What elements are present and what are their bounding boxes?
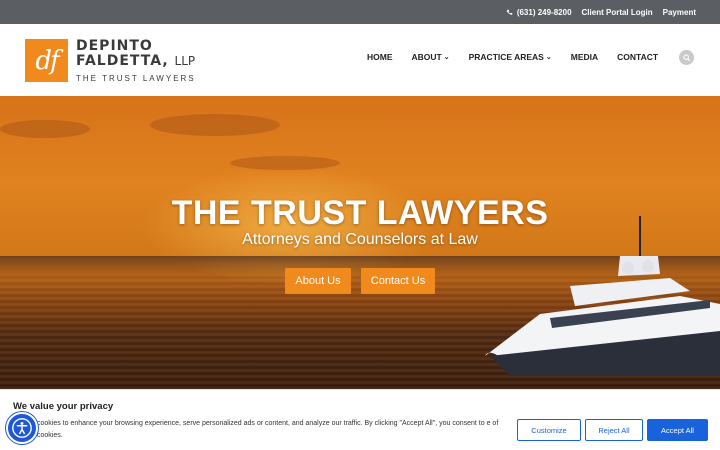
hero-cloud [230, 156, 340, 170]
nav-about-label: ABOUT [411, 52, 442, 62]
site-header: df DEPINTO FALDETTA, LLP THE TRUST LAWYE… [0, 24, 720, 96]
hero-cloud [0, 120, 90, 138]
accept-all-button[interactable]: Accept All [647, 419, 708, 441]
logo-tagline: THE TRUST LAWYERS [76, 74, 196, 83]
main-nav: HOME ABOUT ⌄ PRACTICE AREAS ⌄ MEDIA CONTAC… [367, 52, 658, 62]
payment-link[interactable]: Payment [663, 8, 696, 17]
accessibility-button[interactable] [6, 412, 38, 444]
reject-all-button[interactable]: Reject All [585, 419, 643, 441]
cookie-consent-banner: We value your privacy cookies to enhance… [0, 389, 720, 450]
site-logo[interactable]: df DEPINTO FALDETTA, LLP THE TRUST LAWYE… [25, 39, 196, 83]
nav-media-label: MEDIA [570, 52, 599, 62]
top-utility-bar: (631) 249-8200 Client Portal Login Payme… [0, 0, 720, 24]
cookie-title: We value your privacy [13, 401, 114, 412]
phone-link[interactable]: (631) 249-8200 [506, 8, 572, 17]
nav-practice-areas[interactable]: PRACTICE AREAS ⌄ [469, 52, 552, 62]
hero-cloud [150, 114, 280, 136]
chevron-down-icon: ⌄ [545, 54, 552, 61]
nav-home[interactable]: HOME [367, 52, 393, 62]
logo-text: DEPINTO FALDETTA, LLP THE TRUST LAWYERS [76, 38, 196, 84]
logo-llp: LLP [174, 54, 196, 68]
about-us-button[interactable]: About Us [285, 268, 351, 294]
accessibility-icon [12, 418, 32, 438]
contact-us-button[interactable]: Contact Us [361, 268, 435, 294]
logo-line2: FALDETTA, LLP [76, 54, 196, 69]
customize-button[interactable]: Customize [517, 419, 581, 441]
logo-line2-name: FALDETTA, [76, 53, 169, 69]
phone-number: (631) 249-8200 [516, 7, 572, 17]
phone-icon [506, 9, 513, 15]
search-icon [682, 53, 690, 61]
nav-contact-label: CONTACT [617, 52, 659, 62]
search-button[interactable] [679, 50, 694, 65]
nav-practice-areas-label: PRACTICE AREAS [468, 52, 544, 62]
cookie-text: cookies to enhance your browsing experie… [37, 420, 499, 439]
client-portal-link[interactable]: Client Portal Login [582, 8, 653, 17]
nav-about[interactable]: ABOUT ⌄ [412, 52, 450, 62]
nav-media[interactable]: MEDIA [571, 52, 598, 62]
nav-home-label: HOME [367, 52, 393, 62]
chevron-down-icon: ⌄ [443, 54, 450, 61]
hero-title: THE TRUST LAWYERS [171, 194, 549, 232]
hero-subtitle: Attorneys and Counselors at Law [242, 231, 478, 248]
logo-line1: DEPINTO [76, 38, 153, 54]
nav-contact[interactable]: CONTACT [617, 52, 658, 62]
hero-banner: THE TRUST LAWYERS Attorneys and Counselo… [0, 96, 720, 389]
logo-mark: df [25, 39, 68, 82]
